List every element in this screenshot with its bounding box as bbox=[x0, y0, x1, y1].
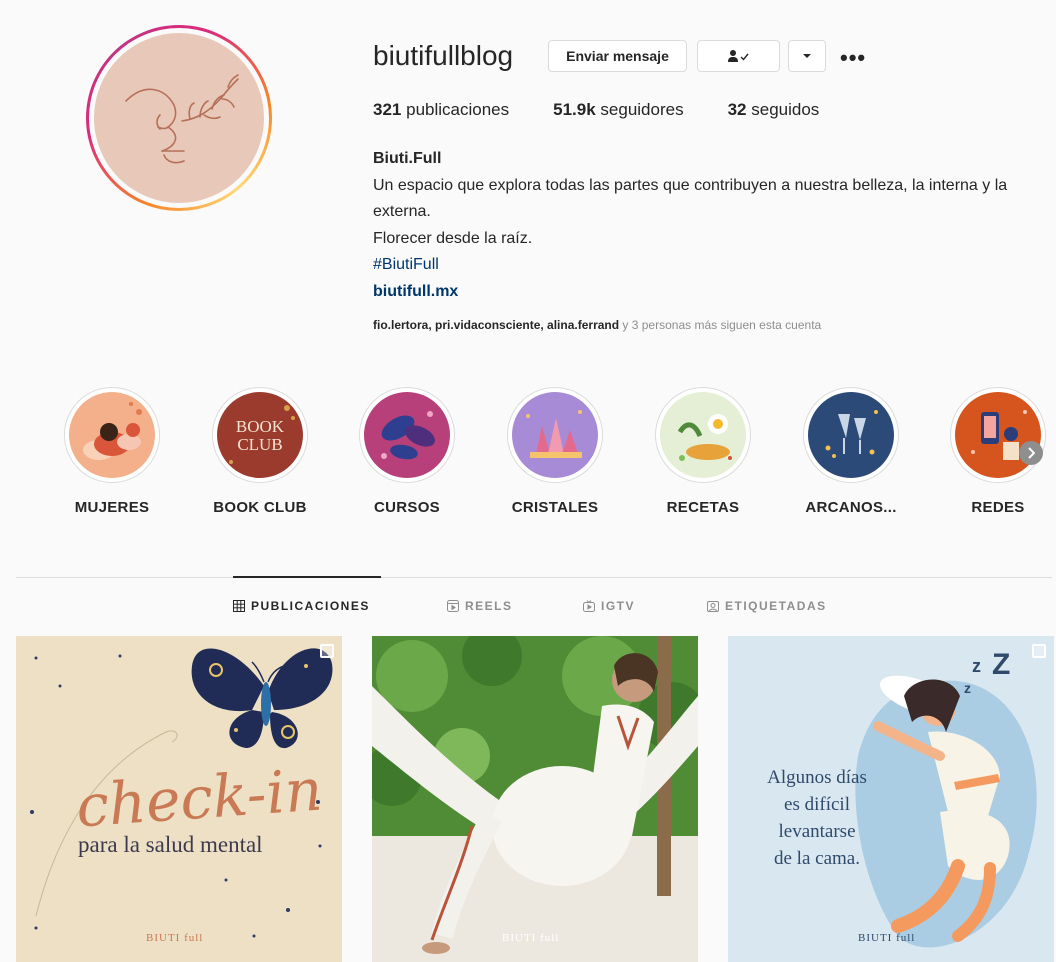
post-tile-levantarse[interactable]: z Z z Algunos días es difícil levantarse… bbox=[728, 636, 1054, 962]
suggestions-dropdown-button[interactable] bbox=[788, 40, 826, 72]
post-tile-checkin[interactable]: check-in para la salud mental BIUTI full bbox=[16, 636, 342, 962]
profile-full-name: Biuti.Full bbox=[373, 150, 442, 167]
svg-text:CLUB: CLUB bbox=[237, 435, 282, 454]
bio-description: Un espacio que explora todas las partes … bbox=[373, 176, 1008, 221]
food-illustration-icon bbox=[660, 392, 746, 478]
tab-etiquetadas[interactable]: ETIQUETADAS bbox=[707, 599, 827, 613]
post-checkin-subtitle: para la salud mental bbox=[78, 832, 263, 857]
bio-website-link[interactable]: biutifull.mx bbox=[373, 279, 1033, 306]
igtv-icon bbox=[583, 600, 595, 612]
active-tab-indicator bbox=[233, 576, 381, 578]
post-brand-mark: BIUTI full bbox=[146, 932, 204, 944]
bio-hashtag-link[interactable]: #BiutiFull bbox=[373, 252, 1033, 279]
profile-avatar-ring[interactable] bbox=[86, 25, 272, 211]
highlight-mujeres[interactable]: MUJERES bbox=[64, 387, 160, 516]
sleep-z-small: z bbox=[972, 656, 981, 676]
reels-icon bbox=[447, 600, 459, 612]
tab-publicaciones[interactable]: PUBLICACIONES bbox=[233, 599, 370, 613]
highlight-arcanos[interactable]: ARCANOS... bbox=[803, 387, 899, 516]
face-branch-logo-icon bbox=[125, 74, 239, 164]
tab-igtv[interactable]: IGTV bbox=[583, 599, 635, 613]
highlight-cristales[interactable]: CRISTALES bbox=[507, 387, 603, 516]
sleep-z-large: Z bbox=[992, 648, 1011, 681]
person-check-icon bbox=[727, 50, 749, 62]
tabs-divider bbox=[16, 577, 1052, 578]
leaves-illustration-icon bbox=[364, 392, 450, 478]
post-tile-hammock-photo[interactable]: BIUTI full bbox=[372, 636, 698, 962]
svg-text:BOOK: BOOK bbox=[236, 417, 285, 436]
multi-post-icon bbox=[1032, 644, 1046, 658]
tagged-icon bbox=[707, 601, 719, 612]
following-button[interactable] bbox=[697, 40, 780, 72]
social-media-illustration-icon bbox=[955, 392, 1041, 478]
profile-bio: Biuti.Full Un espacio que explora todas … bbox=[373, 146, 1033, 305]
highlight-book-club[interactable]: BOOK CLUB BOOK CLUB bbox=[212, 387, 308, 516]
profile-stats: 321 publicaciones 51.9k seguidores 32 se… bbox=[373, 100, 863, 120]
grid-icon bbox=[233, 600, 245, 612]
champagne-glasses-icon bbox=[808, 392, 894, 478]
bio-tagline: Florecer desde la raíz. bbox=[373, 229, 533, 247]
post-brand-mark: BIUTI full bbox=[502, 932, 560, 944]
following-stat[interactable]: 32 seguidos bbox=[728, 100, 820, 120]
highlight-cursos[interactable]: CURSOS bbox=[359, 387, 455, 516]
profile-username: biutifullblog bbox=[373, 40, 514, 71]
women-illustration-icon bbox=[69, 392, 155, 478]
multi-post-icon bbox=[320, 644, 334, 658]
followed-by-text[interactable]: fio.lertora, pri.vidaconsciente, alina.f… bbox=[373, 318, 821, 332]
send-message-button[interactable]: Enviar mensaje bbox=[548, 40, 687, 72]
posts-count-stat: 321 publicaciones bbox=[373, 100, 510, 119]
tab-reels[interactable]: REELS bbox=[447, 599, 513, 613]
chevron-right-icon bbox=[1028, 447, 1035, 459]
followers-stat[interactable]: 51.9k seguidores bbox=[553, 100, 683, 120]
crystals-illustration-icon bbox=[512, 392, 598, 478]
book-club-art-icon: BOOK CLUB bbox=[217, 392, 303, 478]
highlight-recetas[interactable]: RECETAS bbox=[655, 387, 751, 516]
highlights-next-button[interactable] bbox=[1019, 441, 1043, 465]
hammock-photo-image bbox=[372, 636, 698, 962]
profile-avatar bbox=[94, 33, 264, 203]
post-levantarse-text: Algunos días es difícil levantarse de la… bbox=[767, 767, 867, 869]
chevron-down-icon bbox=[803, 54, 811, 58]
post-brand-mark: BIUTI full bbox=[858, 932, 916, 944]
more-options-icon[interactable]: ••• bbox=[840, 45, 866, 71]
followed-by-users[interactable]: fio.lertora, pri.vidaconsciente, alina.f… bbox=[373, 318, 619, 332]
sleep-z-tiny: z bbox=[964, 680, 971, 696]
